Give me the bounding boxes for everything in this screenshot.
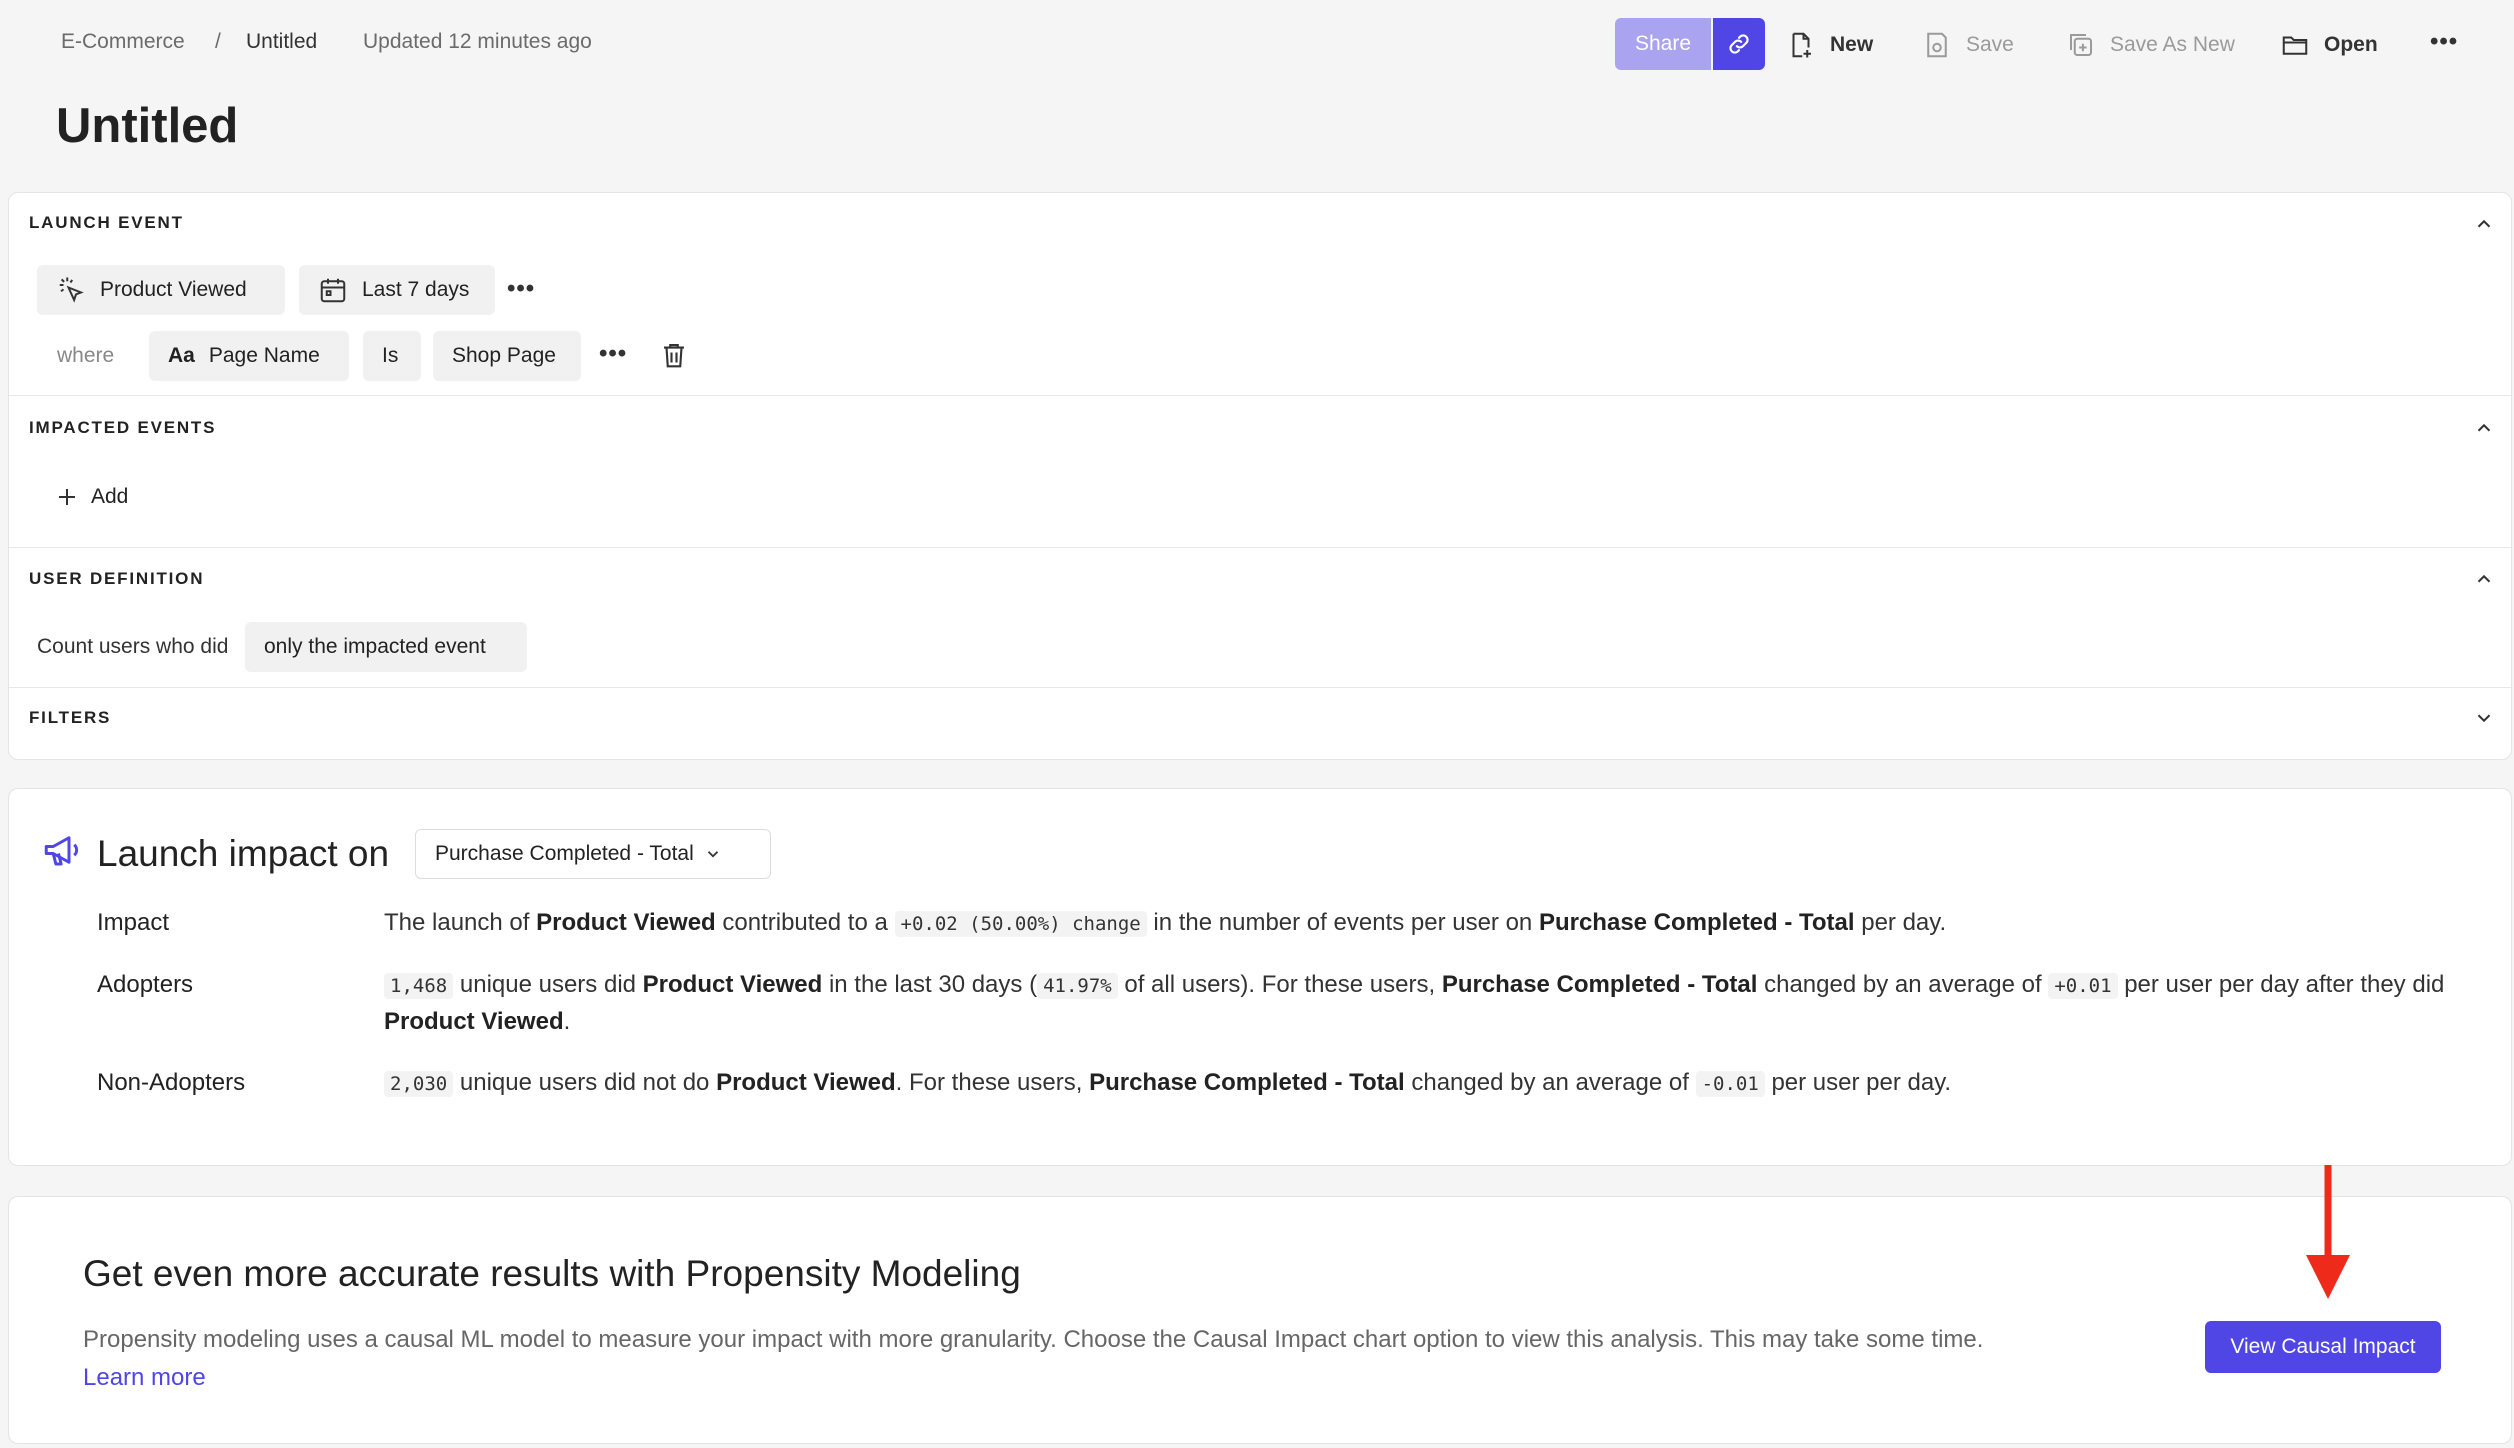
user-definition-prefix: Count users who did [37, 635, 229, 658]
click-pointer-icon [59, 277, 84, 303]
open-label: Open [2324, 33, 2378, 56]
save-as-new-label: Save As New [2110, 33, 2235, 56]
propensity-description-text: Propensity modeling uses a causal ML mod… [83, 1326, 1984, 1353]
launch-impact-title: Launch impact on [97, 833, 390, 874]
save-icon [1927, 32, 1947, 58]
section-divider [9, 687, 2511, 688]
launch-event-name: Product Viewed [100, 278, 247, 301]
launch-event-selector[interactable]: Product Viewed [37, 265, 285, 315]
adopters-row-text: 1,468 unique users did Product Viewed in… [384, 971, 2445, 1035]
propensity-modeling-card: Get even more accurate results with Prop… [8, 1196, 2512, 1444]
new-button[interactable]: New [1786, 22, 1873, 68]
section-divider [9, 547, 2511, 548]
property-name: Page Name [208, 344, 320, 367]
learn-more-link[interactable]: Learn more [83, 1359, 2083, 1397]
annotation-arrow-icon [2306, 1165, 2350, 1299]
non-adopters-row-label: Non-Adopters [97, 1069, 246, 1096]
impact-metric-dropdown[interactable]: Purchase Completed - Total [415, 829, 771, 879]
save-label: Save [1966, 33, 2014, 56]
property-selector[interactable]: Aa Page Name [149, 331, 349, 381]
more-options-button[interactable]: ••• [2430, 28, 2458, 56]
impact-metric-label: Purchase Completed - Total [435, 842, 694, 865]
link-icon [1729, 34, 1749, 54]
new-file-icon [1792, 32, 1811, 58]
view-causal-impact-button[interactable]: View Causal Impact [2205, 1321, 2441, 1373]
folder-icon [2282, 36, 2308, 55]
user-definition-value: only the impacted event [264, 635, 486, 658]
section-divider [9, 395, 2511, 396]
adopters-row-label: Adopters [97, 971, 194, 998]
launch-event-more-button[interactable]: ••• [507, 275, 535, 303]
launch-event-header[interactable]: LAUNCH EVENT [29, 213, 184, 233]
user-definition-selector[interactable]: only the impacted event [245, 622, 527, 672]
save-button[interactable]: Save [1922, 22, 2014, 68]
text-type-icon: Aa [168, 344, 195, 367]
chevron-up-icon[interactable] [2473, 417, 2495, 439]
impact-row-text: The launch of Product Viewed contributed… [384, 909, 1947, 937]
impact-row-label: Impact [97, 909, 170, 936]
where-label: where [57, 344, 115, 367]
save-as-new-button[interactable]: Save As New [2066, 22, 2235, 68]
date-range-label: Last 7 days [362, 278, 470, 301]
non-adopters-row-text: 2,030 unique users did not do Product Vi… [384, 1065, 2464, 1102]
filter-more-button[interactable]: ••• [599, 340, 627, 368]
launch-impact-card: Launch impact on Purchase Completed - To… [8, 788, 2512, 1166]
add-impacted-event-button[interactable]: Add [55, 485, 128, 509]
breadcrumb-project[interactable]: E-Commerce [61, 30, 185, 54]
chevron-down-icon [707, 851, 718, 858]
impacted-events-header[interactable]: IMPACTED EVENTS [29, 418, 216, 438]
save-as-new-icon [2070, 34, 2092, 56]
property-value: Shop Page [452, 344, 556, 367]
page-title[interactable]: Untitled [56, 98, 238, 154]
copy-link-button[interactable] [1713, 18, 1765, 70]
propensity-title: Get even more accurate results with Prop… [83, 1253, 1021, 1294]
chevron-up-icon[interactable] [2473, 213, 2495, 235]
chevron-up-icon[interactable] [2473, 568, 2495, 590]
property-value-selector[interactable]: Shop Page [433, 331, 581, 381]
share-button[interactable]: Share [1615, 18, 1711, 70]
chevron-down-icon[interactable] [2473, 707, 2495, 729]
updated-timestamp: Updated 12 minutes ago [363, 30, 592, 53]
open-button[interactable]: Open [2280, 22, 2378, 68]
add-label: Add [91, 485, 129, 508]
operator-selector[interactable]: Is [363, 331, 421, 381]
date-range-selector[interactable]: Last 7 days [299, 265, 495, 315]
breadcrumb-separator: / [215, 30, 221, 53]
user-definition-header[interactable]: USER DEFINITION [29, 569, 204, 589]
new-label: New [1830, 33, 1874, 56]
megaphone-icon [44, 836, 79, 866]
trash-icon[interactable] [659, 339, 689, 371]
filters-header[interactable]: FILTERS [29, 708, 111, 728]
breadcrumb-current[interactable]: Untitled [246, 30, 317, 54]
propensity-description: Propensity modeling uses a causal ML mod… [83, 1321, 2083, 1397]
calendar-icon [320, 278, 346, 303]
query-builder-card: LAUNCH EVENT Product Viewed Last 7 days … [8, 192, 2512, 760]
plus-icon [59, 489, 75, 505]
page-header: E-Commerce / Untitled Updated 12 minutes… [8, 0, 2512, 192]
operator-label: Is [382, 344, 399, 367]
